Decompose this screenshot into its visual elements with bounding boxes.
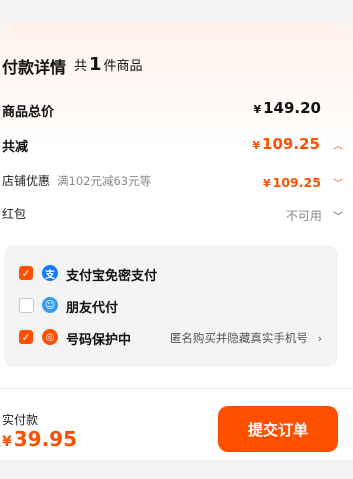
total-price-currency: ¥ xyxy=(253,103,262,116)
option-alipay-label: 支付宝免密支付 xyxy=(66,269,158,284)
shop-discount-value: ¥109.25 xyxy=(263,175,321,190)
option-friend-pay[interactable]: ☺ 朋友代付 xyxy=(4,285,338,321)
checkbox-unchecked-icon[interactable] xyxy=(19,298,34,313)
shop-discount-note: 满102元减63元等 xyxy=(57,174,152,188)
footer-divider xyxy=(0,388,353,389)
option-number-protection-desc: 匿名购买并隐藏真实手机号 › xyxy=(170,330,322,346)
red-packet-selector[interactable]: 不可用 ﹀ xyxy=(286,205,343,224)
option-number-protection-label: 号码保护中 xyxy=(66,333,132,348)
option-friend-pay-label: 朋友代付 xyxy=(66,301,119,316)
shield-icon: ◎ xyxy=(42,329,58,345)
option-alipay[interactable]: ✓ 支 支付宝免密支付 xyxy=(4,245,338,285)
discount-toggle[interactable]: ¥109.25 ︿ xyxy=(252,134,343,153)
item-count-prefix: 共 xyxy=(74,59,88,74)
actual-payment-amount: 39.95 xyxy=(13,427,78,451)
section-title: 付款详情 xyxy=(2,58,67,77)
item-count: 共 1 件商品 xyxy=(74,54,143,75)
item-count-number: 1 xyxy=(89,54,102,75)
chevron-up-icon: ︿ xyxy=(333,141,343,152)
shop-discount-currency: ¥ xyxy=(263,177,271,190)
actual-payment-currency: ¥ xyxy=(2,434,12,450)
red-packet-label: 红包 xyxy=(2,207,27,221)
total-price-value: ¥149.20 xyxy=(253,99,321,117)
chevron-right-icon: › xyxy=(317,332,322,345)
total-price-label: 商品总价 xyxy=(2,105,55,120)
chevron-down-icon: ﹀ xyxy=(333,212,343,223)
shop-discount-amount: 109.25 xyxy=(272,175,321,190)
alipay-icon: 支 xyxy=(42,265,58,281)
item-count-suffix: 件商品 xyxy=(103,59,143,74)
friend-pay-icon: ☺ xyxy=(42,297,58,313)
discount-currency: ¥ xyxy=(252,139,261,152)
option-number-protection[interactable]: ✓ ◎ 号码保护中 匿名购买并隐藏真实手机号 › xyxy=(4,321,338,361)
total-price-amount: 149.20 xyxy=(263,99,321,117)
checkbox-checked-icon[interactable]: ✓ xyxy=(19,330,33,344)
actual-payment-label: 实付款 xyxy=(2,413,39,427)
payment-details-card: 付款详情 共 1 件商品 商品总价 ¥149.20 共减 ¥109.25 ︿ 店铺优… xyxy=(0,22,353,460)
chevron-down-icon: ﹀ xyxy=(333,179,343,190)
number-protection-desc-text: 匿名购买并隐藏真实手机号 xyxy=(169,331,308,345)
payment-options-box: ✓ 支 支付宝免密支付 ☺ 朋友代付 ✓ ◎ 号码保护中 匿名购买并隐藏真实手机… xyxy=(4,245,338,367)
discount-label: 共减 xyxy=(2,140,29,155)
shop-discount-toggle[interactable]: ¥109.25 ﹀ xyxy=(263,172,343,191)
red-packet-value: 不可用 xyxy=(285,209,322,223)
submit-order-button[interactable]: 提交订单 xyxy=(218,406,338,452)
shop-discount-label: 店铺优惠 xyxy=(2,174,51,188)
actual-payment-value: ¥39.95 xyxy=(2,427,77,451)
discount-value: ¥109.25 xyxy=(252,135,320,153)
discount-amount: 109.25 xyxy=(262,135,320,153)
checkbox-checked-icon[interactable]: ✓ xyxy=(19,266,33,280)
